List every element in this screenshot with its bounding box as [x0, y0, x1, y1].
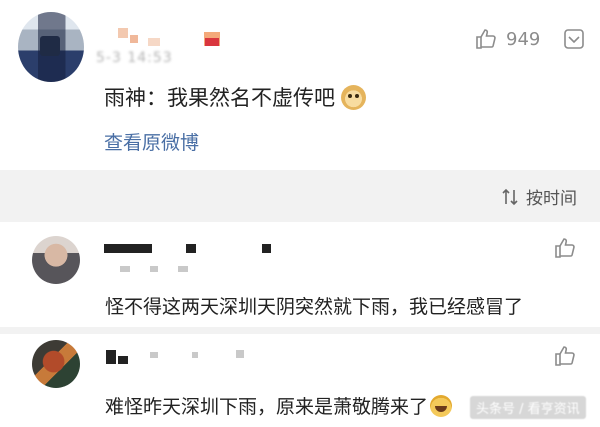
commenter-avatar[interactable]: [32, 340, 80, 388]
watermark: 头条号 / 看亨资讯: [470, 396, 586, 419]
doge-emoji-icon: [341, 84, 366, 110]
laugh-cry-emoji-icon: [430, 394, 453, 417]
post-content: 雨神：我果然名不虚传吧: [104, 82, 366, 112]
sort-by-time-button[interactable]: 按时间: [500, 184, 577, 209]
comment-text: 难怪昨天深圳下雨，原来是萧敬腾来了: [105, 396, 429, 418]
comment-item: 怪不得这两天深圳天阴突然就下雨，我已经感冒了: [0, 222, 600, 327]
thumbs-up-icon[interactable]: [553, 236, 577, 260]
more-options-icon[interactable]: [563, 28, 585, 50]
comment-text: 怪不得这两天深圳天阴突然就下雨，我已经感冒了: [105, 296, 524, 318]
user-avatar[interactable]: [18, 12, 84, 82]
post-like-count: 949: [506, 28, 541, 50]
post-timestamp: 5-3 14:53: [96, 50, 173, 66]
sort-label: 按时间: [526, 189, 577, 209]
view-original-link[interactable]: 查看原微博: [104, 128, 199, 155]
sort-icon: [500, 187, 520, 207]
post-text: 雨神：我果然名不虚传吧: [104, 86, 335, 110]
weibo-post: 5-3 14:53 949 雨神：我果然名不虚传吧 查看原微博: [0, 0, 600, 170]
thumbs-up-icon[interactable]: [553, 344, 577, 368]
post-like-button[interactable]: 949: [474, 22, 540, 56]
thumbs-up-icon: [474, 27, 498, 51]
commenter-avatar[interactable]: [32, 236, 80, 284]
comment-content: 难怪昨天深圳下雨，原来是萧敬腾来了: [105, 392, 453, 419]
